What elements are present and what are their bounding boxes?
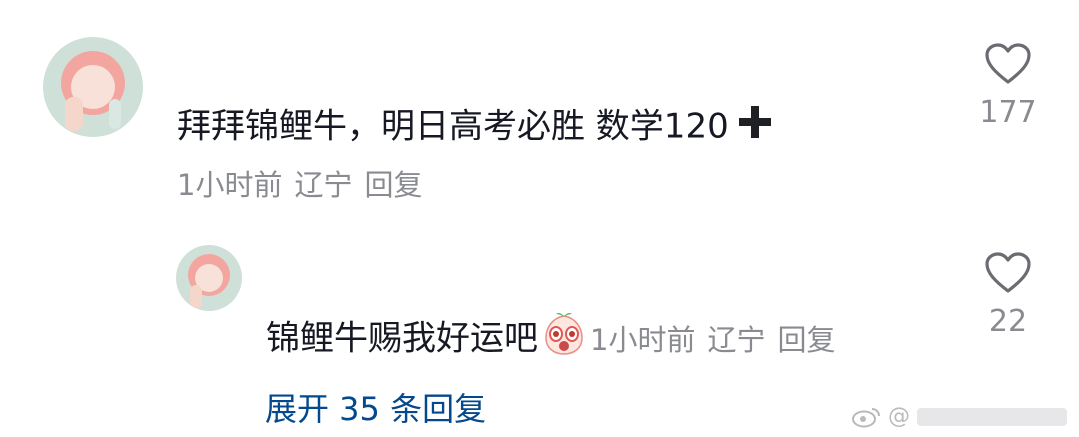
reply-location: 辽宁 <box>707 322 766 357</box>
heart-outline-icon[interactable] <box>963 251 1053 295</box>
reply-text: 锦鲤牛赐我好运吧 1小时前 辽宁 回复 <box>266 312 847 365</box>
comment-text: 拜拜锦鲤牛，明日高考必胜 数学120 <box>177 104 773 149</box>
commenter-avatar[interactable] <box>43 37 143 137</box>
watermark-username-blur <box>917 408 1067 426</box>
watermark-text: @ <box>888 404 910 429</box>
expand-replies-button[interactable]: 展开 35 条回复 <box>265 393 486 425</box>
reply-avatar[interactable] <box>176 245 242 311</box>
comment-meta: 1小时前 辽宁 回复 <box>177 171 434 200</box>
reply-like-count: 22 <box>988 304 1028 339</box>
heart-outline-icon[interactable] <box>963 42 1053 86</box>
weibo-logo-icon <box>851 404 881 429</box>
comment-time: 1小时前 <box>177 168 283 202</box>
reply-time: 1小时前 <box>590 322 696 357</box>
plus-icon <box>737 104 773 146</box>
watermark: @ <box>851 404 1067 429</box>
comment-like[interactable]: 177 <box>963 42 1053 128</box>
comment-location: 辽宁 <box>294 168 353 202</box>
reply-text-content: 锦鲤牛赐我好运吧 <box>266 318 538 359</box>
comment-like-count: 177 <box>979 95 1037 130</box>
comment-reply-button[interactable]: 回复 <box>364 168 422 202</box>
reply-reply-button[interactable]: 回复 <box>777 323 835 357</box>
comment-text-content: 拜拜锦鲤牛，明日高考必胜 数学120 <box>177 106 729 147</box>
reply-meta: 1小时前 辽宁 回复 <box>590 322 847 357</box>
surprised-face-emoji-icon <box>542 312 586 362</box>
reply-like[interactable]: 22 <box>963 251 1053 337</box>
